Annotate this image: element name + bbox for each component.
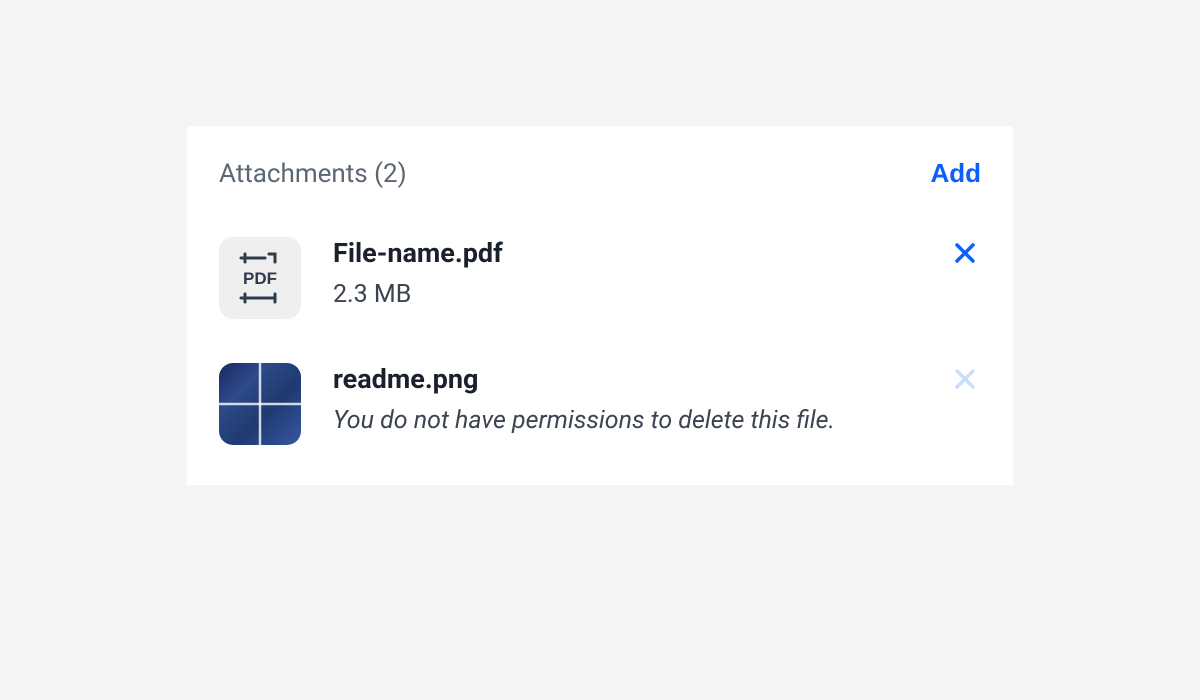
file-size: 2.3 MB bbox=[333, 277, 917, 313]
file-info: File-name.pdf 2.3 MB bbox=[333, 237, 917, 313]
image-thumbnail bbox=[219, 363, 301, 445]
file-row: readme.png You do not have permissions t… bbox=[219, 363, 981, 445]
file-name: File-name.pdf bbox=[333, 237, 917, 269]
close-icon bbox=[953, 241, 977, 265]
file-info: readme.png You do not have permissions t… bbox=[333, 363, 917, 439]
delete-button-disabled bbox=[949, 363, 981, 395]
file-row: PDF File-name.pdf 2.3 MB bbox=[219, 237, 981, 319]
attachments-header: Attachments (2) Add bbox=[219, 158, 981, 189]
file-name: readme.png bbox=[333, 363, 917, 395]
add-button[interactable]: Add bbox=[930, 158, 981, 189]
svg-text:PDF: PDF bbox=[243, 269, 277, 288]
pdf-icon: PDF bbox=[239, 252, 281, 304]
attachments-title: Attachments (2) bbox=[219, 159, 407, 189]
delete-button[interactable] bbox=[949, 237, 981, 269]
file-permission-message: You do not have permissions to delete th… bbox=[333, 403, 853, 439]
attachments-card: Attachments (2) Add PDF File-name.pdf 2.… bbox=[187, 126, 1013, 485]
file-type-icon-box: PDF bbox=[219, 237, 301, 319]
close-icon bbox=[953, 367, 977, 391]
